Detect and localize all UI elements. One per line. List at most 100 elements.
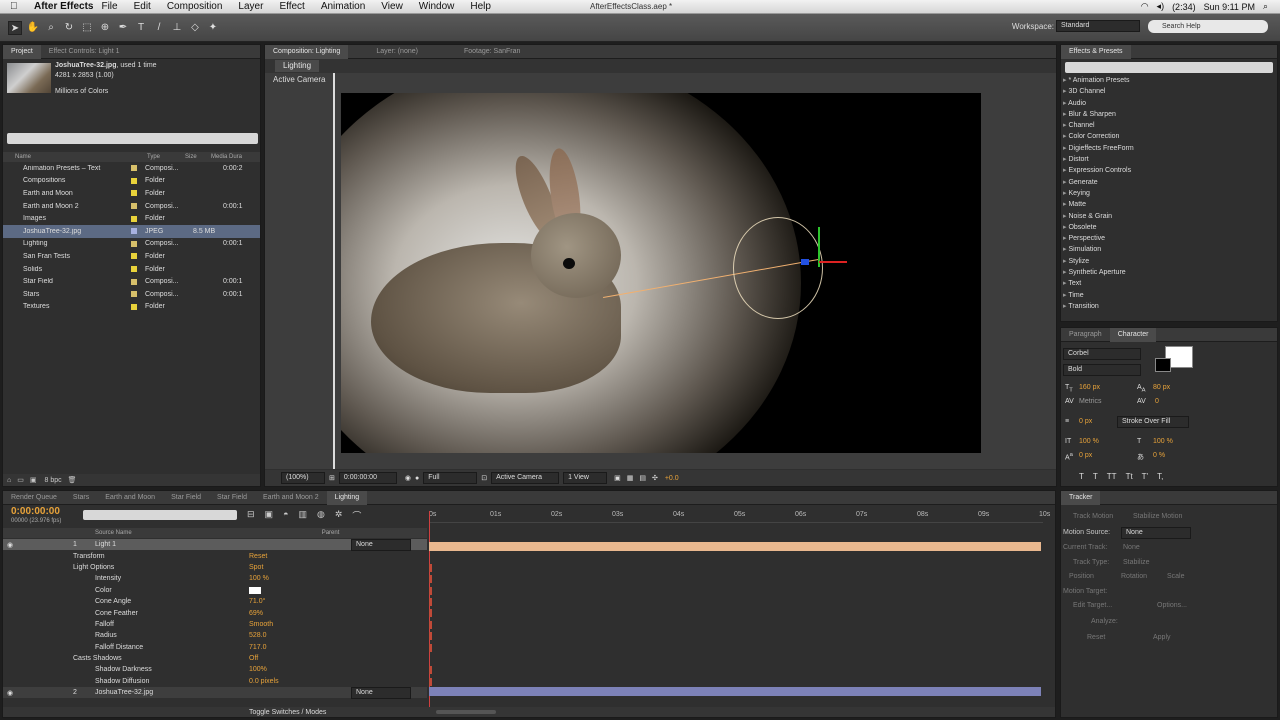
property-value[interactable]: 100% <box>249 666 267 673</box>
stroke-mode-dropdown[interactable]: Stroke Over Fill <box>1117 416 1189 428</box>
col-type[interactable]: Type <box>127 154 181 160</box>
property-value[interactable]: Off <box>249 655 258 662</box>
scale-checkbox[interactable]: Scale <box>1167 573 1185 580</box>
effect-category[interactable]: Noise & Grain <box>1063 211 1134 222</box>
position-checkbox[interactable]: Position <box>1069 573 1094 580</box>
rotate-tool-icon[interactable]: ↻ <box>62 21 76 35</box>
wifi-icon[interactable]: ◠ <box>1141 1 1149 12</box>
track-motion-button[interactable]: Track Motion <box>1073 513 1113 520</box>
track-type-dropdown[interactable]: Stabilize <box>1123 559 1149 566</box>
small-caps-icon[interactable]: Tt <box>1126 472 1133 481</box>
property-value[interactable]: Reset <box>249 553 267 560</box>
new-folder-icon[interactable]: ▭ <box>17 476 24 484</box>
stroke-color-swatch[interactable] <box>1155 358 1171 372</box>
menu-view[interactable]: View <box>381 1 403 12</box>
layer-property-row[interactable]: Radius 528.0 <box>3 630 427 641</box>
exposure-value[interactable]: +0.0 <box>665 475 679 482</box>
project-item[interactable]: Lighting Composi... 0:00:1 <box>3 238 260 251</box>
label-color-swatch[interactable] <box>131 215 137 222</box>
current-time[interactable]: 0:00:00:00 <box>11 506 60 517</box>
effect-category[interactable]: Stylize <box>1063 256 1134 267</box>
timeline-search-input[interactable] <box>83 510 237 520</box>
label-color-swatch[interactable] <box>131 278 137 285</box>
interpret-footage-icon[interactable]: ⌂ <box>7 477 11 484</box>
tab-paragraph[interactable]: Paragraph <box>1061 328 1110 342</box>
project-item[interactable]: Animation Presets – Text Composi... 0:00:2 <box>3 162 260 175</box>
timeline-tab[interactable]: Render Queue <box>3 491 65 505</box>
faux-bold-icon[interactable]: T <box>1079 472 1084 481</box>
timeline-tab[interactable]: Lighting <box>326 490 368 505</box>
current-track-dropdown[interactable]: None <box>1123 544 1140 551</box>
layer-property-row[interactable]: Cone Angle 71.0° <box>3 596 427 607</box>
layer-row[interactable]: ◉ 2 JoshuaTree-32.jpg None <box>3 686 427 699</box>
project-item[interactable]: Compositions Folder <box>3 175 260 188</box>
label-color-swatch[interactable] <box>131 266 137 273</box>
bpc-label[interactable]: 8 bpc <box>44 477 61 484</box>
effect-category[interactable]: Generate <box>1063 177 1134 188</box>
shy-icon[interactable]: ◓ <box>283 509 288 522</box>
fast-previews-icon[interactable]: ▦ <box>627 474 634 482</box>
trash-icon[interactable]: 🗑 <box>68 476 77 484</box>
stabilize-motion-button[interactable]: Stabilize Motion <box>1133 513 1182 520</box>
eraser-tool-icon[interactable]: ◇ <box>188 21 202 35</box>
property-value[interactable]: 71.0° <box>249 598 265 605</box>
col-name[interactable]: Name <box>3 154 127 160</box>
volume-icon[interactable]: ◂) <box>1157 1 1165 12</box>
effect-category[interactable]: Keying <box>1063 188 1134 199</box>
frame-blend-icon[interactable]: ▥ <box>299 509 308 522</box>
visibility-eye-icon[interactable]: ◉ <box>7 689 13 697</box>
property-value[interactable]: 717.0 <box>249 644 267 651</box>
parent-dropdown[interactable]: None <box>351 686 411 699</box>
layer-property-row[interactable]: Shadow Diffusion 0.0 pixels <box>3 676 427 687</box>
menu-layer[interactable]: Layer <box>238 1 263 12</box>
keyframe-marker[interactable] <box>429 677 432 686</box>
comp-frame[interactable] <box>341 93 981 453</box>
property-value[interactable]: Spot <box>249 564 263 571</box>
selection-tool-icon[interactable]: ➤ <box>8 20 22 35</box>
effect-category[interactable]: Perspective <box>1063 233 1134 244</box>
views-dropdown[interactable]: 1 View <box>563 472 608 484</box>
zoom-tool-icon[interactable]: ⌕ <box>44 21 58 35</box>
tracking-value[interactable]: 0 <box>1155 398 1159 405</box>
tab-effects-presets[interactable]: Effects & Presets <box>1061 44 1131 59</box>
property-value[interactable]: 69% <box>249 610 263 617</box>
visibility-eye-icon[interactable]: ◉ <box>7 541 13 549</box>
zoom-slider[interactable] <box>436 710 497 714</box>
spotlight-icon[interactable]: ⌕ <box>1263 1 1268 12</box>
keyframe-marker[interactable] <box>429 666 432 675</box>
clock[interactable]: Sun 9:11 PM <box>1204 2 1255 12</box>
timeline-tab[interactable]: Earth and Moon <box>97 491 163 505</box>
effect-category[interactable]: 3D Channel <box>1063 86 1134 97</box>
pan-behind-tool-icon[interactable]: ⊕ <box>98 21 112 35</box>
tab-footage[interactable]: Footage: SanFran <box>456 45 528 59</box>
label-color-swatch[interactable] <box>131 190 137 197</box>
layer-property-row[interactable]: Falloff Smooth <box>3 619 427 630</box>
tab-tracker[interactable]: Tracker <box>1061 490 1101 505</box>
effect-category[interactable]: Digieffects FreeForm <box>1063 143 1133 154</box>
timecode-display[interactable]: 0:00:00:00 <box>338 472 397 484</box>
tab-effect-controls[interactable]: Effect Controls: Light 1 <box>41 45 128 59</box>
label-color-swatch[interactable] <box>131 203 137 210</box>
tab-character[interactable]: Character <box>1109 327 1157 342</box>
subscript-icon[interactable]: T, <box>1157 472 1163 481</box>
timeline-tab[interactable]: Earth and Moon 2 <box>255 491 327 505</box>
project-item[interactable]: Earth and Moon 2 Composi... 0:00:1 <box>3 200 260 213</box>
project-item[interactable]: Stars Composi... 0:00:1 <box>3 288 260 301</box>
col-parent[interactable]: Parent <box>322 530 340 536</box>
font-family-dropdown[interactable]: Corbel <box>1063 348 1141 360</box>
vertical-scale-value[interactable]: 100 % <box>1079 438 1099 445</box>
layer-property-row[interactable]: Color <box>3 585 427 596</box>
keyframe-marker[interactable] <box>429 563 432 572</box>
menu-window[interactable]: Window <box>419 1 455 12</box>
keyframe-marker[interactable] <box>429 597 432 606</box>
layer-property-row[interactable]: Light Options Spot <box>3 562 427 573</box>
rotation-checkbox[interactable]: Rotation <box>1121 573 1147 580</box>
property-value[interactable]: Smooth <box>249 621 273 628</box>
pen-tool-icon[interactable]: ✒ <box>116 21 130 35</box>
project-item[interactable]: JoshuaTree-32.jpg JPEG 8.5 MB <box>3 224 260 238</box>
kerning-value[interactable]: Metrics <box>1079 398 1102 405</box>
reset-button[interactable]: Reset <box>1087 634 1105 641</box>
project-item[interactable]: Images Folder <box>3 212 260 225</box>
resolution-dropdown[interactable]: Full <box>423 472 478 484</box>
effects-search-input[interactable] <box>1065 62 1273 73</box>
